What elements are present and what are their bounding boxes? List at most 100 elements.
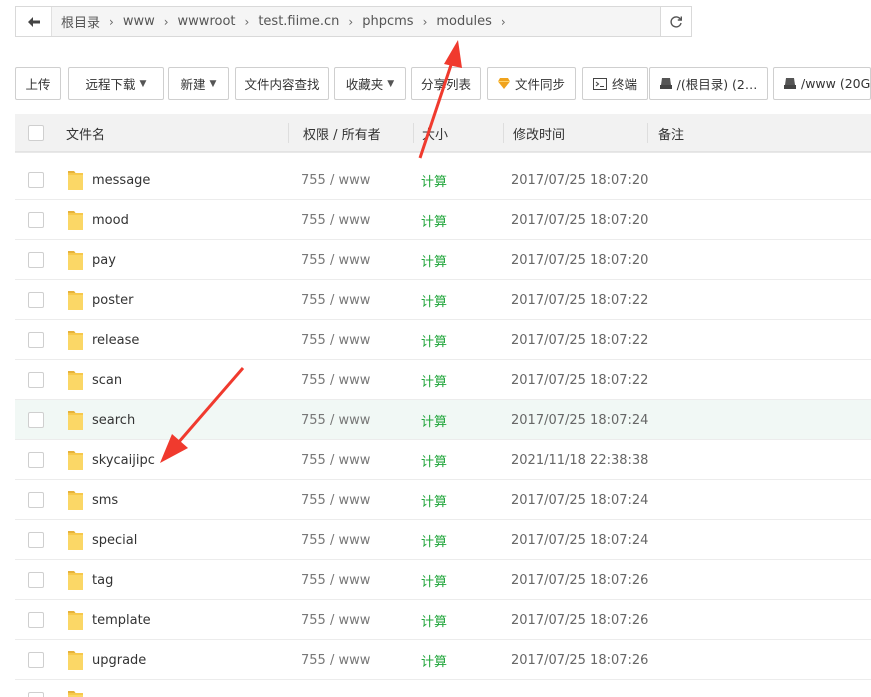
back-button[interactable] [16, 7, 52, 36]
breadcrumb-item-root[interactable]: 根目录 › [52, 12, 114, 32]
file-name-cell[interactable]: message [67, 160, 150, 200]
size-calc-link[interactable]: 计算 [421, 520, 447, 560]
table-row[interactable]: search 755 / www 计算 2017/07/25 18:07:24 [15, 400, 871, 440]
file-name[interactable]: sms [92, 493, 118, 508]
file-name[interactable]: tag [92, 573, 113, 588]
size-calc-link[interactable]: 计算 [421, 400, 447, 440]
file-name[interactable]: scan [92, 373, 122, 388]
file-name-cell[interactable]: pay [67, 240, 116, 280]
row-checkbox[interactable] [28, 360, 44, 400]
table-row[interactable]: pay 755 / www 计算 2017/07/25 18:07:20 [15, 240, 871, 280]
file-name[interactable]: mood [92, 213, 129, 228]
column-header-size[interactable]: 大小 [422, 114, 448, 152]
refresh-button[interactable] [660, 7, 691, 36]
size-calc-link[interactable]: 计算 [421, 600, 447, 640]
table-row[interactable]: release 755 / www 计算 2017/07/25 18:07:22 [15, 320, 871, 360]
row-checkbox[interactable] [28, 640, 44, 680]
size-calc-link[interactable]: 计算 [421, 560, 447, 600]
share-list-button[interactable]: 分享列表 [411, 67, 481, 100]
table-row[interactable]: scan 755 / www 计算 2017/07/25 18:07:22 [15, 360, 871, 400]
perm-owner-cell[interactable]: 755 / www [301, 320, 370, 360]
table-row[interactable]: template 755 / www 计算 2017/07/25 18:07:26 [15, 600, 871, 640]
table-row[interactable]: mood 755 / www 计算 2017/07/25 18:07:20 [15, 200, 871, 240]
file-name-cell[interactable]: special [67, 520, 137, 560]
size-calc-link[interactable]: 计算 [421, 280, 447, 320]
perm-owner-cell[interactable]: 755 / www [301, 360, 370, 400]
file-name[interactable]: pay [92, 253, 116, 268]
favorites-button[interactable]: 收藏夹 ▼ [334, 67, 406, 100]
file-name-cell[interactable]: upgrade [67, 640, 146, 680]
row-checkbox[interactable] [28, 160, 44, 200]
perm-owner-cell[interactable]: 755 / www [301, 240, 370, 280]
file-name-cell[interactable]: scan [67, 360, 122, 400]
perm-owner-cell[interactable]: 755 / www [301, 280, 370, 320]
column-header-mtime[interactable]: 修改时间 [513, 114, 565, 152]
row-checkbox[interactable] [28, 480, 44, 520]
row-checkbox[interactable] [28, 560, 44, 600]
breadcrumb-item-phpcms[interactable]: phpcms › [353, 14, 427, 29]
perm-owner-cell[interactable]: 755 / www [301, 600, 370, 640]
file-sync-button[interactable]: 文件同步 [487, 67, 576, 100]
size-calc-link[interactable]: 计算 [421, 440, 447, 480]
row-checkbox[interactable] [28, 240, 44, 280]
file-name[interactable]: release [92, 333, 139, 348]
content-search-button[interactable]: 文件内容查找 [235, 67, 329, 100]
terminal-button[interactable]: 终端 [582, 67, 648, 100]
file-name[interactable]: message [92, 173, 150, 188]
row-checkbox[interactable] [28, 200, 44, 240]
breadcrumb-item-wwwroot[interactable]: wwwroot › [169, 14, 250, 29]
file-name-cell[interactable]: template [67, 600, 151, 640]
row-checkbox[interactable] [28, 280, 44, 320]
perm-owner-cell[interactable]: 755 / www [301, 160, 370, 200]
perm-owner-cell[interactable]: 755 / www [301, 480, 370, 520]
file-name-cell[interactable]: skycaijipc [67, 440, 155, 480]
perm-owner-cell[interactable]: 755 / www [301, 440, 370, 480]
new-button[interactable]: 新建 ▼ [168, 67, 229, 100]
file-name-cell[interactable]: sms [67, 480, 118, 520]
file-name-cell[interactable]: poster [67, 280, 133, 320]
file-name[interactable]: template [92, 613, 151, 628]
disk-root-button[interactable]: /(根目录) (2… [649, 67, 768, 100]
column-header-name[interactable]: 文件名 [66, 114, 105, 152]
file-name[interactable]: skycaijipc [92, 453, 155, 468]
size-calc-link[interactable]: 计算 [421, 200, 447, 240]
file-name-cell[interactable]: release [67, 320, 139, 360]
row-checkbox[interactable] [28, 400, 44, 440]
table-row[interactable]: sms 755 / www 计算 2017/07/25 18:07:24 [15, 480, 871, 520]
row-checkbox[interactable] [28, 520, 44, 560]
table-row[interactable]: special 755 / www 计算 2017/07/25 18:07:24 [15, 520, 871, 560]
perm-owner-cell[interactable]: 755 / www [301, 560, 370, 600]
breadcrumb-item-www[interactable]: www › [114, 14, 169, 29]
breadcrumb-item-modules[interactable]: modules › [427, 14, 505, 29]
table-row[interactable]: message 755 / www 计算 2017/07/25 18:07:20 [15, 160, 871, 200]
remote-download-button[interactable]: 远程下载 ▼ [68, 67, 164, 100]
file-name-cell[interactable]: search [67, 400, 135, 440]
row-checkbox[interactable] [28, 600, 44, 640]
column-header-perm-owner[interactable]: 权限 / 所有者 [303, 114, 381, 152]
size-calc-link[interactable]: 计算 [421, 320, 447, 360]
size-calc-link[interactable]: 计算 [421, 480, 447, 520]
table-row[interactable]: skycaijipc 755 / www 计算 2021/11/18 22:38:38 [15, 440, 871, 480]
file-name[interactable]: special [92, 533, 137, 548]
file-name[interactable]: poster [92, 293, 133, 308]
disk-www-button[interactable]: /www (20G) [773, 67, 871, 100]
size-calc-link[interactable]: 计算 [421, 360, 447, 400]
upload-button[interactable]: 上传 [15, 67, 61, 100]
column-header-note[interactable]: 备注 [658, 114, 684, 152]
file-name-cell[interactable]: mood [67, 200, 129, 240]
size-calc-link[interactable]: 计算 [421, 160, 447, 200]
file-name[interactable]: search [92, 413, 135, 428]
row-checkbox[interactable] [28, 440, 44, 480]
file-name-cell[interactable]: tag [67, 560, 113, 600]
breadcrumb-item-site[interactable]: test.fiime.cn › [249, 14, 353, 29]
file-name[interactable]: upgrade [92, 653, 146, 668]
perm-owner-cell[interactable]: 755 / www [301, 200, 370, 240]
size-calc-link[interactable]: 计算 [421, 240, 447, 280]
perm-owner-cell[interactable]: 755 / www [301, 520, 370, 560]
table-row[interactable]: tag 755 / www 计算 2017/07/25 18:07:26 [15, 560, 871, 600]
perm-owner-cell[interactable]: 755 / www [301, 640, 370, 680]
perm-owner-cell[interactable]: 755 / www [301, 400, 370, 440]
table-row[interactable]: poster 755 / www 计算 2017/07/25 18:07:22 [15, 280, 871, 320]
size-calc-link[interactable]: 计算 [421, 640, 447, 680]
select-all-checkbox[interactable] [28, 114, 44, 152]
